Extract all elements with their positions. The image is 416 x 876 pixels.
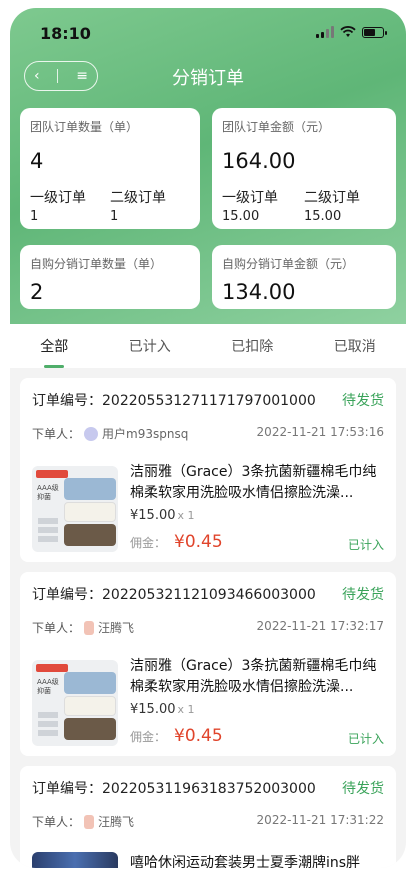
stat-value: 164.00 (222, 149, 296, 173)
product-price: ¥15.00 x 1 (130, 508, 195, 523)
level1-value: 1 (30, 209, 39, 224)
stat-label: 自购分销订单金额（元） (222, 257, 355, 271)
order-time: 2022-11-21 17:32:17 (256, 619, 384, 633)
level1-label: 一级订单 (30, 190, 86, 206)
level2-label: 二级订单 (110, 190, 166, 206)
order-buyer: 下单人： 汪腾飞 (32, 619, 134, 636)
level2-value: 15.00 (304, 209, 342, 224)
order-card[interactable]: 订单编号：2022053211210934660030​00 待发货 下单人： … (20, 572, 396, 756)
status-bar: 18:10 (10, 8, 406, 54)
buyer-name: 汪腾飞 (98, 621, 135, 635)
battery-icon (362, 26, 387, 38)
buyer-label: 下单人： (32, 815, 81, 829)
order-time: 2022-11-21 17:31:22 (256, 813, 384, 827)
tab-deducted[interactable]: 已扣除 (225, 328, 279, 364)
buyer-name: 用户m93spnsq (102, 427, 189, 441)
commission: 佣金： ¥0.45 (130, 532, 223, 552)
product-price: ¥15.00 x 1 (130, 702, 195, 717)
level1-label: 一级订单 (222, 190, 278, 206)
level2-label: 二级订单 (304, 190, 360, 206)
stat-value: 134.00 (222, 280, 296, 304)
product-title[interactable]: 洁丽雅（Grace）3条抗菌新疆棉毛巾纯棉柔软家用洗脸吸水情侣擦脸洗澡... (130, 462, 384, 504)
buyer-name: 汪腾飞 (98, 815, 135, 829)
stat-label: 团队订单金额（元） (222, 120, 331, 134)
buyer-avatar (84, 814, 95, 829)
order-card[interactable]: 订单编号：2022053119631837520030​00 待发货 下单人： … (20, 766, 396, 868)
team-order-count-card: 团队订单数量（单） 4 一级订单 1 二级订单 1 (20, 108, 200, 229)
status-time: 18:10 (40, 24, 91, 43)
commission-state: 已计入 (347, 732, 384, 746)
filter-tabs: 全部 已计入 已扣除 已取消 (10, 324, 406, 368)
order-status: 待发货 (342, 393, 384, 409)
level1-value: 15.00 (222, 209, 260, 224)
stat-value: 2 (30, 280, 44, 304)
commission-state: 已计入 (347, 538, 384, 552)
buyer-label: 下单人： (32, 621, 81, 635)
order-number: 订单编号：2022055312711717970010​00 (32, 393, 316, 409)
stat-label: 自购分销订单数量（单） (30, 257, 163, 271)
order-buyer: 下单人： 用户m93spnsq (32, 425, 188, 442)
status-icons (316, 26, 387, 38)
order-number: 订单编号：2022053211210934660030​00 (32, 587, 316, 603)
product-title[interactable]: 嘻哈休闲运动套装男士夏季潮牌ins胖 (130, 852, 384, 868)
buyer-label: 下单人： (32, 427, 81, 441)
product-thumbnail[interactable]: AAA级 抑菌 (32, 660, 118, 746)
stat-value: 4 (30, 149, 44, 173)
wifi-icon (340, 26, 356, 37)
order-time: 2022-11-21 17:53:16 (256, 425, 384, 439)
tab-credited[interactable]: 已计入 (123, 328, 177, 364)
product-thumbnail[interactable] (32, 852, 118, 868)
tab-cancelled[interactable]: 已取消 (328, 328, 382, 364)
tab-all[interactable]: 全部 (34, 328, 74, 368)
page-title: 分销订单 (172, 68, 244, 89)
order-status: 待发货 (342, 781, 384, 797)
team-order-amount-card: 团队订单金额（元） 164.00 一级订单 15.00 二级订单 15.00 (212, 108, 396, 229)
product-thumbnail[interactable]: AAA级 抑菌 (32, 466, 118, 552)
self-order-amount-card: 自购分销订单金额（元） 134.00 (212, 245, 396, 309)
commission: 佣金： ¥0.45 (130, 726, 223, 746)
self-order-count-card: 自购分销订单数量（单） 2 (20, 245, 200, 309)
product-title[interactable]: 洁丽雅（Grace）3条抗菌新疆棉毛巾纯棉柔软家用洗脸吸水情侣擦脸洗澡... (130, 656, 384, 698)
signal-icon (316, 26, 334, 38)
buyer-avatar (84, 620, 95, 635)
phone-screen: 18:10 ‹ ≡ 分销订单 团队订单数量（单） 4 一级订单 1 二级订单 1… (10, 8, 406, 868)
buyer-avatar (84, 426, 99, 441)
order-number: 订单编号：2022053119631837520030​00 (32, 781, 316, 797)
order-card[interactable]: 订单编号：2022055312711717970010​00 待发货 下单人： … (20, 378, 396, 562)
order-buyer: 下单人： 汪腾飞 (32, 813, 134, 830)
level2-value: 1 (110, 209, 119, 224)
stat-label: 团队订单数量（单） (30, 120, 139, 134)
order-status: 待发货 (342, 587, 384, 603)
